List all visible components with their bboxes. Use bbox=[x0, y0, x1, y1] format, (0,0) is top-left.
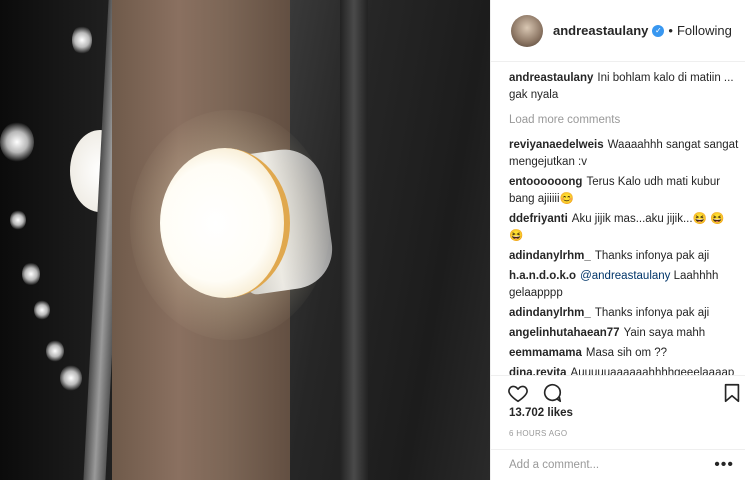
comment-username[interactable]: entoooooong bbox=[509, 176, 582, 188]
following-button[interactable]: Following bbox=[677, 23, 732, 38]
add-comment-input[interactable] bbox=[509, 459, 715, 471]
comments-list: andreastaulany Ini bohlam kalo di matiin … bbox=[509, 70, 741, 375]
caption-username[interactable]: andreastaulany bbox=[509, 72, 593, 84]
comment-username[interactable]: adindanylrhm_ bbox=[509, 307, 591, 319]
post-sidebar: andreastaulany ✓ • Following andreastaul… bbox=[490, 0, 745, 480]
comment-text: Masa sih om ?? bbox=[585, 347, 668, 359]
comment-item: dina.revitaAuuuuuaaaaaahhhhgeeelaaaap pp bbox=[509, 365, 741, 375]
comment-username[interactable]: ddefriyanti bbox=[509, 213, 568, 225]
author-username[interactable]: andreastaulany bbox=[553, 23, 648, 38]
comment-item: ddefriyanti Aku jijik mas...aku jijik...😆… bbox=[509, 211, 741, 245]
more-options-icon[interactable]: ••• bbox=[714, 456, 734, 474]
reflected-light bbox=[10, 210, 26, 230]
comment-username[interactable]: reviyanaedelweis bbox=[509, 139, 604, 151]
comment-username[interactable]: h.a.n.d.o.k.o bbox=[509, 270, 576, 282]
comment-item: eemmamama Masa sih om ?? bbox=[509, 345, 741, 362]
post-header: andreastaulany ✓ • Following bbox=[491, 0, 745, 62]
bookmark-icon[interactable] bbox=[721, 382, 743, 404]
separator-dot: • bbox=[668, 23, 673, 38]
reflected-light bbox=[60, 365, 82, 391]
metal-edge bbox=[340, 0, 368, 480]
post-photo[interactable] bbox=[0, 0, 490, 480]
speech-bubble-icon[interactable] bbox=[541, 382, 563, 404]
verified-badge-icon: ✓ bbox=[652, 24, 665, 37]
likes-count[interactable]: 13.702 likes bbox=[509, 407, 573, 419]
post-timestamp[interactable]: 6 HOURS AGO bbox=[509, 429, 567, 438]
load-more-comments-link[interactable]: Load more comments bbox=[509, 112, 741, 129]
avatar[interactable] bbox=[511, 14, 543, 47]
reflected-light bbox=[72, 25, 92, 55]
light-bulb bbox=[160, 148, 290, 298]
comment-username[interactable]: adindanylrhm_ bbox=[509, 250, 591, 262]
comment-text: Thanks infonya pak aji bbox=[594, 250, 710, 262]
comment-item: adindanylrhm_ Thanks infonya pak aji bbox=[509, 248, 741, 265]
comment-username[interactable]: dina.revita bbox=[509, 367, 567, 375]
comment-text: Yain saya mahh bbox=[623, 327, 706, 339]
comment-username[interactable]: eemmamama bbox=[509, 347, 582, 359]
reflected-light bbox=[46, 340, 64, 362]
action-bar bbox=[491, 375, 745, 409]
reflected-light bbox=[22, 262, 40, 286]
comment-item: reviyanaedelweis Waaaahhh sangat sangat m… bbox=[509, 137, 741, 171]
comment-item: h.a.n.d.o.k.o @andreastaulany Laahhhh gel… bbox=[509, 268, 741, 302]
comment-text: Thanks infonya pak aji bbox=[594, 307, 710, 319]
heart-icon[interactable] bbox=[507, 382, 529, 404]
comment-item: adindanylrhm_ Thanks infonya pak aji bbox=[509, 305, 741, 322]
comment-mention-link[interactable]: @andreastaulany bbox=[580, 270, 670, 282]
comment-username[interactable]: angelinhutahaean77 bbox=[509, 327, 620, 339]
comment-item: entoooooong Terus Kalo udh mati kubur ban… bbox=[509, 174, 741, 208]
reflected-light bbox=[0, 122, 34, 162]
post-caption: andreastaulany Ini bohlam kalo di matiin … bbox=[509, 70, 741, 104]
add-comment-bar: ••• bbox=[491, 449, 745, 480]
reflected-light bbox=[34, 300, 50, 320]
comment-item: angelinhutahaean77 Yain saya mahh bbox=[509, 325, 741, 342]
